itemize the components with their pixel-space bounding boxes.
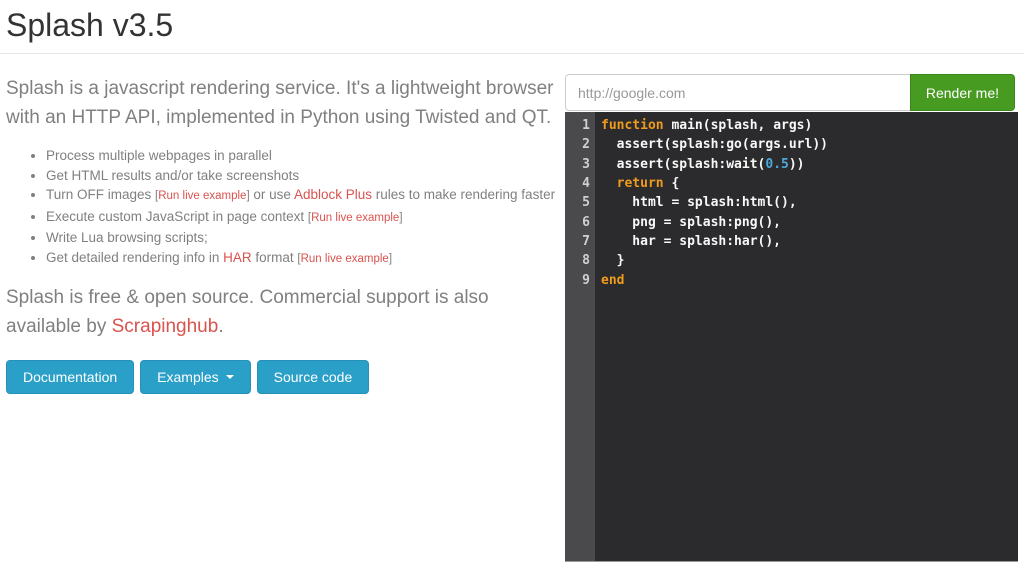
run-live-example-link[interactable]: Run live example	[301, 253, 389, 265]
bracketed-link: [Run live example]	[308, 212, 403, 224]
button-label: Examples	[157, 369, 218, 385]
line-number: 4	[565, 174, 590, 193]
render-button[interactable]: Render me!	[910, 74, 1015, 111]
line-number: 2	[565, 135, 590, 154]
text-segment: Splash is free & open source. Commercial…	[6, 287, 489, 337]
code-token	[601, 176, 617, 191]
action-button-row: Documentation Examples Source code	[6, 360, 558, 394]
support-paragraph: Splash is free & open source. Commercial…	[6, 283, 558, 341]
feature-item: Process multiple webpages in parallel	[46, 146, 558, 166]
editor-code-area[interactable]: function main(splash, args) assert(splas…	[595, 112, 1018, 561]
adblock-plus-link[interactable]: Adblock Plus	[294, 187, 372, 202]
code-token: assert(splash:wait(	[601, 157, 765, 172]
code-line: har = splash:har(),	[601, 232, 1018, 251]
run-live-example-link[interactable]: Run live example	[158, 190, 246, 202]
code-token: png = splash:png(),	[601, 215, 781, 230]
editor-line-number-gutter: 123456789	[565, 112, 595, 561]
code-line: }	[601, 251, 1018, 270]
documentation-button[interactable]: Documentation	[6, 360, 134, 394]
code-token: main(splash, args)	[664, 118, 813, 133]
url-input[interactable]	[565, 74, 911, 111]
text-segment: Write Lua browsing scripts;	[46, 230, 208, 245]
page: Splash v3.5 Splash is a javascript rende…	[0, 8, 1024, 562]
code-line: assert(splash:go(args.url))	[601, 135, 1018, 154]
code-token: html = splash:html(),	[601, 195, 797, 210]
button-label: Documentation	[23, 369, 117, 385]
har-link[interactable]: HAR	[223, 250, 252, 265]
url-input-group: Render me!	[565, 74, 1015, 111]
code-line: html = splash:html(),	[601, 193, 1018, 212]
feature-item: Turn OFF images [Run live example] or us…	[46, 185, 558, 207]
line-number: 8	[565, 251, 590, 270]
text-segment: Execute custom JavaScript in page contex…	[46, 209, 308, 224]
line-number: 5	[565, 193, 590, 212]
run-live-example-link[interactable]: Run live example	[311, 212, 399, 224]
code-token: }	[601, 253, 624, 268]
code-token: return	[617, 176, 664, 191]
code-token: assert(splash:go(args.url))	[601, 137, 828, 152]
feature-item: Write Lua browsing scripts;	[46, 228, 558, 248]
description-column: Splash is a javascript rendering service…	[0, 74, 558, 394]
bracketed-link: [Run live example]	[155, 190, 250, 202]
button-label: Source code	[274, 369, 353, 385]
code-token: har = splash:har(),	[601, 234, 781, 249]
text-segment: rules to make rendering faster	[372, 187, 555, 202]
code-token: function	[601, 118, 664, 133]
text-segment: .	[218, 316, 223, 337]
line-number: 9	[565, 271, 590, 290]
bracketed-link: [Run live example]	[297, 253, 392, 265]
main-columns: Splash is a javascript rendering service…	[0, 74, 1024, 562]
code-token: {	[664, 176, 680, 191]
code-token: ))	[789, 157, 805, 172]
text-segment: or use	[250, 187, 294, 202]
code-line: assert(splash:wait(0.5))	[601, 155, 1018, 174]
code-token: 0.5	[765, 157, 788, 172]
feature-item: Get detailed rendering info in HAR forma…	[46, 248, 558, 270]
line-number: 3	[565, 155, 590, 174]
text-segment: Get detailed rendering info in	[46, 250, 223, 265]
code-line: end	[601, 271, 1018, 290]
feature-item: Execute custom JavaScript in page contex…	[46, 207, 558, 229]
page-title: Splash v3.5	[0, 8, 1024, 43]
line-number: 6	[565, 213, 590, 232]
lua-script-editor[interactable]: 123456789 function main(splash, args) as…	[565, 112, 1018, 562]
render-panel: Render me! 123456789 function main(splas…	[565, 74, 1018, 562]
feature-item: Get HTML results and/or take screenshots	[46, 166, 558, 186]
source-code-button[interactable]: Source code	[257, 360, 370, 394]
line-number: 7	[565, 232, 590, 251]
code-line: return {	[601, 174, 1018, 193]
text-segment: Turn OFF images	[46, 187, 155, 202]
intro-paragraph: Splash is a javascript rendering service…	[6, 74, 558, 132]
code-line: png = splash:png(),	[601, 213, 1018, 232]
title-divider	[0, 53, 1024, 54]
caret-down-icon	[226, 375, 234, 379]
code-token: end	[601, 273, 624, 288]
scrapinghub-link[interactable]: Scrapinghub	[112, 316, 219, 337]
text-segment: Get HTML results and/or take screenshots	[46, 168, 299, 183]
text-segment: Process multiple webpages in parallel	[46, 148, 272, 163]
code-line: function main(splash, args)	[601, 116, 1018, 135]
text-segment: format	[252, 250, 298, 265]
examples-dropdown-button[interactable]: Examples	[140, 360, 250, 394]
features-list: Process multiple webpages in parallel Get…	[6, 146, 558, 269]
line-number: 1	[565, 116, 590, 135]
